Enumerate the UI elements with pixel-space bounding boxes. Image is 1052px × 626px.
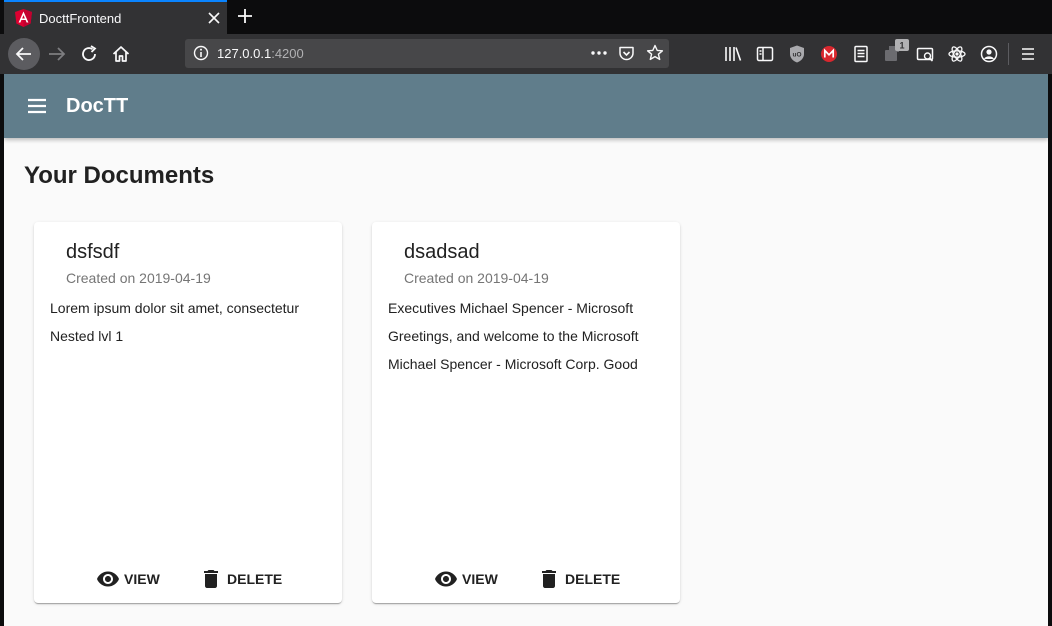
page-actions-icon[interactable] — [590, 46, 608, 60]
browser-nav-bar: 127.0.0.1:4200 uO 1 — [0, 34, 1052, 74]
toolbar-separator — [1008, 43, 1009, 65]
home-icon[interactable] — [111, 44, 131, 64]
browser-tab[interactable]: DocttFrontend — [4, 0, 227, 34]
new-tab-icon[interactable] — [236, 7, 254, 25]
preview-line: Lorem ipsum dolor sit amet, consectetur — [50, 300, 299, 316]
preview-line: Michael Spencer - Microsoft Corp. Good — [388, 356, 638, 372]
document-preview: Executives Michael Spencer - Microsoft G… — [388, 300, 668, 384]
menu-icon[interactable] — [26, 96, 48, 116]
document-created-date: Created on 2019-04-19 — [66, 270, 211, 286]
angular-logo-icon — [15, 9, 32, 27]
document-preview: Lorem ipsum dolor sit amet, consectetur … — [50, 300, 330, 356]
preview-line: Greetings, and welcome to the Microsoft — [388, 328, 639, 344]
view-button[interactable]: VIEW — [434, 567, 498, 591]
eye-icon — [97, 571, 119, 587]
page-title: Your Documents — [24, 162, 215, 189]
react-devtools-icon[interactable] — [947, 44, 967, 64]
bookmark-star-icon[interactable] — [646, 44, 664, 62]
url-bar[interactable]: 127.0.0.1:4200 — [185, 39, 669, 68]
preview-line: Executives Michael Spencer - Microsoft — [388, 300, 634, 316]
reader-notes-icon[interactable] — [851, 44, 871, 64]
trash-icon — [204, 570, 218, 588]
trash-icon — [542, 570, 556, 588]
eye-icon — [435, 571, 457, 587]
document-card: dsadsad Created on 2019-04-19 Executives… — [372, 222, 680, 603]
app-title: DocTT — [66, 95, 129, 117]
svg-text:1: 1 — [899, 41, 904, 51]
url-text: 127.0.0.1:4200 — [217, 46, 304, 61]
pocket-icon[interactable] — [618, 45, 635, 62]
page-content: DocTT Your Documents dsfsdf Created on 2… — [4, 74, 1048, 626]
preview-line: Nested lvl 1 — [50, 328, 124, 344]
view-button[interactable]: VIEW — [96, 567, 160, 591]
account-icon[interactable] — [979, 44, 999, 64]
document-created-date: Created on 2019-04-19 — [404, 270, 549, 286]
screenshot-icon[interactable] — [915, 44, 935, 64]
mega-icon[interactable] — [819, 44, 839, 64]
document-card: dsfsdf Created on 2019-04-19 Lorem ipsum… — [34, 222, 342, 603]
svg-text:uO: uO — [792, 52, 801, 59]
info-icon[interactable] — [193, 45, 209, 61]
ublock-icon[interactable]: uO — [787, 44, 807, 64]
close-tab-icon[interactable] — [207, 11, 221, 25]
back-button[interactable] — [8, 38, 40, 70]
reload-icon[interactable] — [79, 44, 99, 64]
delete-label: DELETE — [565, 571, 621, 587]
sidebar-icon[interactable] — [755, 44, 775, 64]
library-icon[interactable] — [723, 44, 743, 64]
tab-title: DocttFrontend — [39, 11, 122, 26]
document-title: dsadsad — [404, 241, 480, 263]
document-title: dsfsdf — [66, 241, 120, 263]
back-arrow-icon — [15, 47, 31, 61]
browser-tab-bar: DocttFrontend — [0, 0, 1052, 34]
app-toolbar: DocTT — [4, 74, 1048, 138]
delete-button[interactable]: DELETE — [537, 567, 620, 591]
view-label: VIEW — [462, 571, 498, 587]
delete-button[interactable]: DELETE — [199, 567, 282, 591]
card-actions: VIEW DELETE — [34, 567, 342, 591]
hamburger-menu-icon[interactable] — [1018, 44, 1038, 64]
extension-badge-icon[interactable]: 1 — [883, 38, 911, 64]
card-actions: VIEW DELETE — [372, 567, 680, 591]
forward-arrow-icon[interactable] — [47, 44, 67, 64]
delete-label: DELETE — [227, 571, 283, 587]
view-label: VIEW — [124, 571, 160, 587]
